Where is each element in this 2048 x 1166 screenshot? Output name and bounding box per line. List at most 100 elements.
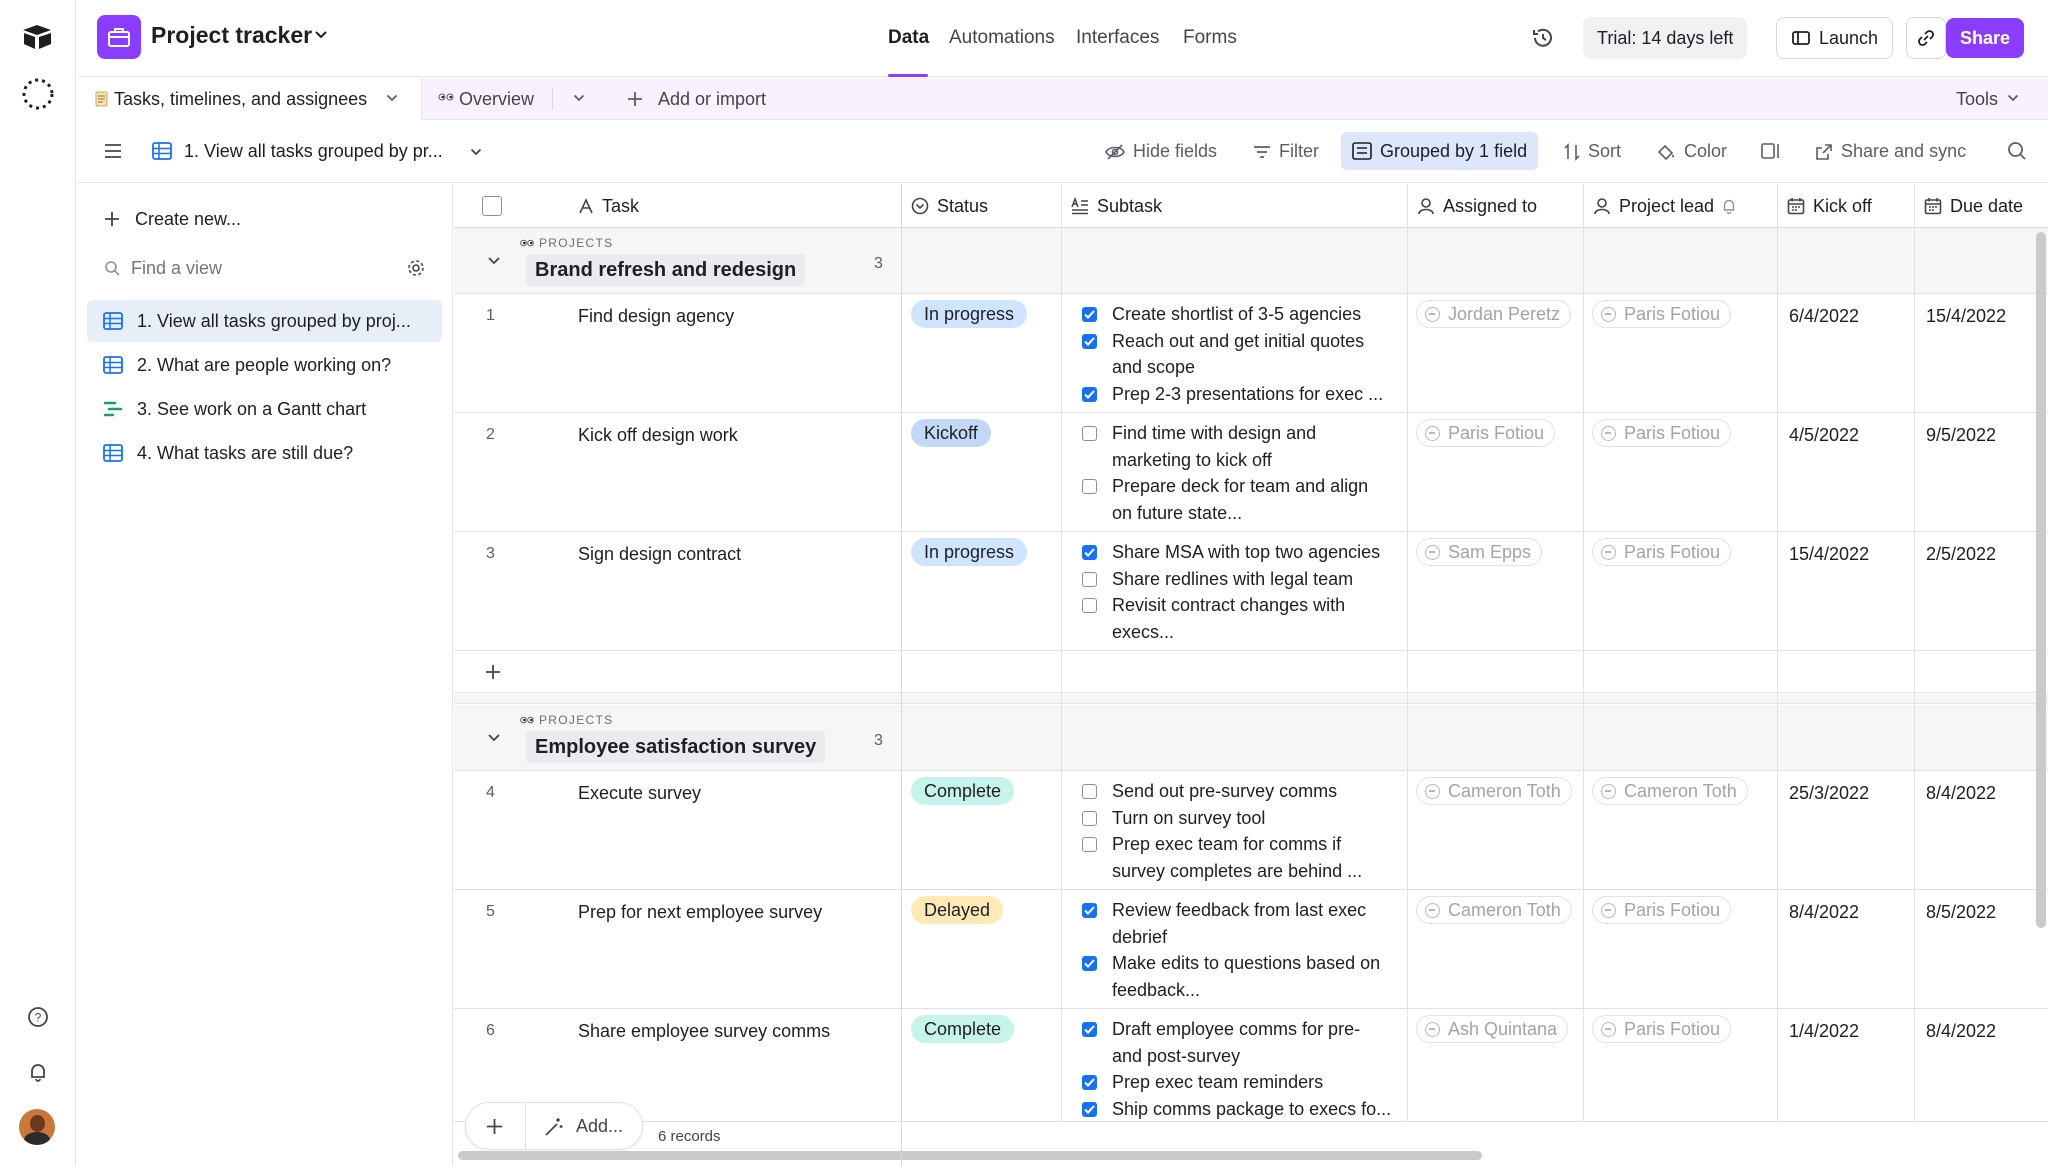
airtable-logo-icon[interactable] <box>21 23 53 51</box>
subtask-checkbox[interactable] <box>1082 386 1097 402</box>
subtask-checkbox[interactable] <box>1082 545 1097 560</box>
sidebar-view-2[interactable]: 2. What are people working on? <box>87 344 442 386</box>
trial-badge[interactable]: Trial: 14 days left <box>1583 17 1748 59</box>
app-title[interactable]: Project tracker <box>151 22 312 49</box>
task-name[interactable]: Find design agency <box>578 306 734 327</box>
subtask-item[interactable]: Prep exec team reminders <box>1082 1069 1402 1096</box>
subtask-item[interactable]: Reach out and get initial quotes and scop… <box>1082 328 1402 381</box>
add-label[interactable]: Add... <box>576 1116 623 1137</box>
plus-icon[interactable] <box>104 211 120 227</box>
hamburger-icon[interactable] <box>104 143 122 159</box>
due-date[interactable]: 8/4/2022 <box>1926 1021 1996 1042</box>
subtask-item[interactable]: Create shortlist of 3-5 agencies <box>1082 301 1402 328</box>
column-header-kick-off[interactable]: Kick off <box>1777 184 1872 228</box>
base-icon[interactable] <box>97 15 141 59</box>
task-name[interactable]: Sign design contract <box>578 544 741 565</box>
kick-off-date[interactable]: 1/4/2022 <box>1789 1021 1859 1042</box>
horizontal-scrollbar[interactable] <box>458 1151 1482 1160</box>
add-or-import-button[interactable]: Add or import <box>658 89 766 110</box>
subtask-item[interactable]: Share redlines with legal team <box>1082 566 1402 593</box>
plus-icon[interactable] <box>485 664 501 680</box>
kick-off-date[interactable]: 8/4/2022 <box>1789 902 1859 923</box>
subtask-checkbox[interactable] <box>1082 479 1097 494</box>
table-row[interactable]: 2 Kick off design work Kickoff Find time wi… <box>454 413 2048 532</box>
magic-wand-icon[interactable] <box>544 1117 564 1137</box>
project-lead-chip[interactable]: Paris Fotiou <box>1592 300 1732 328</box>
project-lead-chip[interactable]: Paris Fotiou <box>1592 1015 1732 1043</box>
task-name[interactable]: Prep for next employee survey <box>578 902 822 923</box>
find-view-input[interactable] <box>131 254 371 282</box>
status-badge[interactable]: In progress <box>911 538 1028 566</box>
kick-off-date[interactable]: 6/4/2022 <box>1789 306 1859 327</box>
status-badge[interactable]: In progress <box>911 300 1028 328</box>
table-row[interactable]: 5 Prep for next employee survey Delayed Rev… <box>454 890 2048 1009</box>
task-name[interactable]: Share employee survey comms <box>578 1021 830 1042</box>
table-row[interactable]: 3 Sign design contract In progress Share MS… <box>454 532 2048 651</box>
project-lead-chip[interactable]: Paris Fotiou <box>1592 538 1732 566</box>
table-row[interactable]: 6 Share employee survey comms Complete Draf… <box>454 1009 2048 1128</box>
kick-off-date[interactable]: 4/5/2022 <box>1789 425 1859 446</box>
assignee-chip[interactable]: Sam Epps <box>1416 538 1543 566</box>
subtask-item[interactable]: Prep exec team for comms if survey comple… <box>1082 831 1402 884</box>
column-header-due-date[interactable]: Due date <box>1914 184 2023 228</box>
task-name[interactable]: Kick off design work <box>578 425 738 446</box>
subtask-checkbox[interactable] <box>1082 426 1097 441</box>
column-header-task[interactable]: Task <box>568 184 639 228</box>
status-badge[interactable]: Complete <box>911 777 1015 805</box>
subtask-item[interactable]: Prepare deck for team and align on future… <box>1082 473 1402 526</box>
subtask-item[interactable]: Make edits to questions based on feedback… <box>1082 950 1402 1003</box>
group-button[interactable]: Grouped by 1 field <box>1341 132 1539 170</box>
chevron-down-icon[interactable] <box>470 148 482 157</box>
color-button[interactable]: Color <box>1656 141 1727 162</box>
user-avatar[interactable] <box>19 1109 55 1145</box>
due-date[interactable]: 2/5/2022 <box>1926 544 1996 565</box>
subtask-item[interactable]: Find time with design and marketing to ki… <box>1082 420 1402 473</box>
assignee-chip[interactable]: Jordan Peretz <box>1416 300 1572 328</box>
filter-button[interactable]: Filter <box>1253 141 1319 162</box>
subtask-item[interactable]: Prep 2-3 presentations for exec ... <box>1082 381 1402 408</box>
add-row[interactable] <box>454 651 2048 693</box>
plus-icon[interactable] <box>627 91 643 107</box>
subtask-checkbox[interactable] <box>1082 784 1097 799</box>
kick-off-date[interactable]: 25/3/2022 <box>1789 783 1869 804</box>
row-height-icon[interactable] <box>1761 142 1781 160</box>
assignee-chip[interactable]: Cameron Toth <box>1416 777 1572 805</box>
status-badge[interactable]: Complete <box>911 1015 1015 1043</box>
subtask-checkbox[interactable] <box>1082 837 1097 852</box>
due-date[interactable]: 15/4/2022 <box>1926 306 2006 327</box>
kick-off-date[interactable]: 15/4/2022 <box>1789 544 1869 565</box>
launch-button[interactable]: Launch <box>1776 17 1894 59</box>
select-all-checkbox[interactable] <box>482 196 502 216</box>
copy-link-button[interactable] <box>1906 17 1946 59</box>
assignee-chip[interactable]: Ash Quintana <box>1416 1015 1569 1043</box>
sidebar-view-3[interactable]: 3. See work on a Gantt chart <box>87 388 442 430</box>
subtask-item[interactable]: Ship comms package to execs fo... <box>1082 1096 1402 1123</box>
tools-menu[interactable]: Tools <box>1956 89 1998 110</box>
sidebar-view-4[interactable]: 4. What tasks are still due? <box>87 432 442 474</box>
due-date[interactable]: 9/5/2022 <box>1926 425 1996 446</box>
history-icon[interactable] <box>1531 26 1555 50</box>
subtask-item[interactable]: Share MSA with top two agencies <box>1082 539 1402 566</box>
status-badge[interactable]: Kickoff <box>911 419 991 447</box>
plus-icon[interactable] <box>486 1118 503 1135</box>
tab-data[interactable]: Data <box>888 27 929 49</box>
subtask-item[interactable]: Send out pre-survey comms <box>1082 778 1402 805</box>
help-icon[interactable]: ? <box>27 1006 49 1028</box>
subtask-item[interactable]: Draft employee comms for pre-and post-su… <box>1082 1016 1402 1069</box>
column-header-project-lead[interactable]: Project lead <box>1583 184 1736 228</box>
share-button[interactable]: Share <box>1946 18 2025 58</box>
search-icon[interactable] <box>2007 141 2027 161</box>
status-badge[interactable]: Delayed <box>911 896 1004 924</box>
chevron-down-icon[interactable] <box>573 94 585 103</box>
table-row[interactable]: 1 Find design agency In progress Create sho… <box>454 294 2048 413</box>
chevron-down-icon[interactable] <box>386 94 398 103</box>
tab-automations[interactable]: Automations <box>949 27 1055 49</box>
sidebar-view-1[interactable]: 1. View all tasks grouped by proj... <box>87 300 442 342</box>
subtask-checkbox[interactable] <box>1082 1101 1097 1117</box>
subtask-checkbox[interactable] <box>1082 810 1097 826</box>
project-lead-chip[interactable]: Paris Fotiou <box>1592 896 1732 924</box>
subtask-item[interactable]: Turn on survey tool <box>1082 805 1402 832</box>
bell-icon[interactable] <box>27 1061 49 1083</box>
create-new-button[interactable]: Create new... <box>135 209 241 230</box>
subtask-checkbox[interactable] <box>1082 571 1097 587</box>
